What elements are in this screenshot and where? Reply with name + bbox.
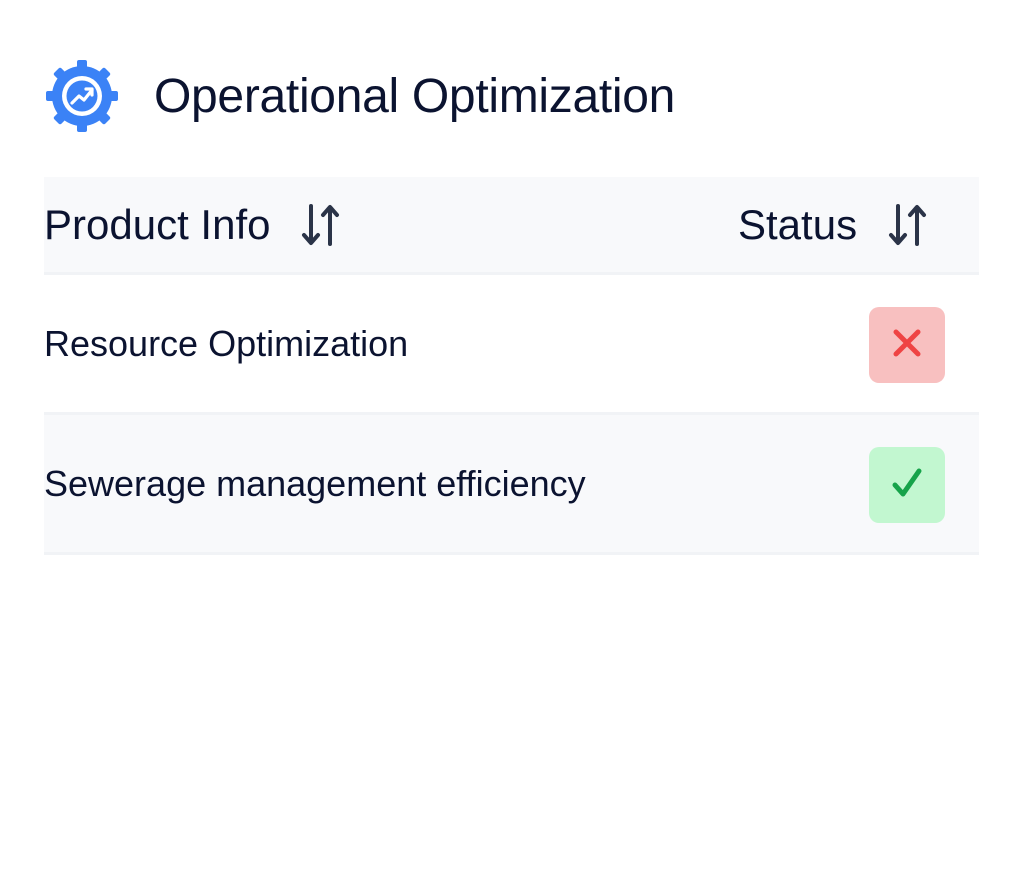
gear-growth-icon bbox=[44, 58, 120, 134]
x-icon bbox=[891, 327, 923, 364]
column-label: Product Info bbox=[44, 200, 271, 248]
check-icon bbox=[891, 466, 923, 505]
sort-arrows-icon[interactable] bbox=[887, 202, 929, 248]
data-table: Product Info Status Resource Optimizatio… bbox=[44, 177, 979, 555]
page-title: Operational Optimization bbox=[154, 69, 676, 123]
sort-arrows-icon[interactable] bbox=[300, 202, 342, 248]
status-badge bbox=[869, 447, 945, 523]
status-badge bbox=[869, 307, 945, 383]
table-row[interactable]: Resource Optimization bbox=[44, 275, 979, 415]
column-header-status[interactable]: Status bbox=[738, 177, 929, 272]
card-header: Operational Optimization bbox=[44, 58, 675, 134]
row-product-name: Resource Optimization bbox=[44, 322, 409, 364]
table-row[interactable]: Sewerage management efficiency bbox=[44, 415, 979, 555]
table-header: Product Info Status bbox=[44, 177, 979, 275]
column-header-product-info[interactable]: Product Info bbox=[44, 177, 342, 272]
column-label: Status bbox=[738, 200, 858, 248]
row-product-name: Sewerage management efficiency bbox=[44, 462, 586, 504]
card: Operational Optimization Product Info St… bbox=[0, 0, 1022, 896]
